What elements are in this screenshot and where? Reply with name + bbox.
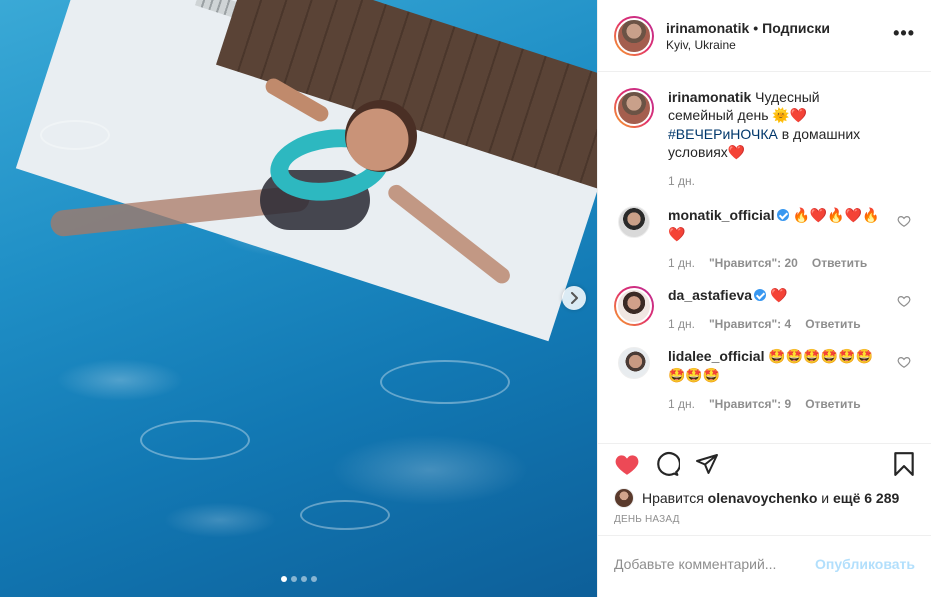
comment-username[interactable]: lidalee_official <box>668 348 764 364</box>
comment-item: da_astafieva ❤️ 1 дн. "Нравится": 4 Отве… <box>614 286 915 333</box>
liker-username[interactable]: olenavoychenko <box>708 490 818 506</box>
comment-likes[interactable]: "Нравится": 20 <box>709 254 798 272</box>
caption: irinamonatik Чудесный семейный день 🌞❤️#… <box>614 88 915 190</box>
comment-avatar[interactable] <box>614 286 654 326</box>
comment-likes[interactable]: "Нравится": 4 <box>709 315 791 333</box>
following-button[interactable]: Подписки <box>762 20 830 36</box>
reply-button[interactable]: Ответить <box>805 395 860 413</box>
chevron-right-icon <box>571 292 578 304</box>
caption-emojis: 🌞❤️ <box>772 108 808 124</box>
heart-filled-icon <box>615 455 639 475</box>
reply-button[interactable]: Ответить <box>805 315 860 333</box>
comment-item: monatik_official 🔥❤️🔥❤️🔥❤️ 1 дн. "Нравит… <box>614 206 915 272</box>
add-comment-form: Опубликовать <box>598 536 931 592</box>
author-avatar[interactable] <box>614 15 654 56</box>
post-header: irinamonatik • Подписки Kyiv, Ukraine ••• <box>598 0 931 72</box>
hashtag-link[interactable]: #ВЕЧЕРиНОЧКА <box>668 126 778 142</box>
comment-time[interactable]: 1 дн. <box>668 395 695 413</box>
verified-icon <box>754 289 767 301</box>
heart-outline-icon[interactable] <box>897 294 911 308</box>
comment-avatar[interactable] <box>618 206 650 238</box>
location-link[interactable]: Kyiv, Ukraine <box>666 38 830 52</box>
save-button[interactable] <box>891 451 917 477</box>
water-ripple <box>300 500 390 530</box>
liker-avatar[interactable] <box>614 488 634 508</box>
heart-outline-icon[interactable] <box>897 355 911 369</box>
reply-button[interactable]: Ответить <box>812 254 867 272</box>
comment-time[interactable]: 1 дн. <box>668 254 695 272</box>
verified-icon <box>776 209 789 221</box>
likes-summary: Нравится olenavoychenko и ещё 6 289 <box>598 484 931 508</box>
comment-likes[interactable]: "Нравится": 9 <box>709 395 791 413</box>
carousel-dot <box>290 576 297 582</box>
comment-item: lidalee_official 🤩🤩🤩🤩🤩🤩🤩🤩🤩 1 дн. "Нравит… <box>614 347 915 413</box>
post-photo[interactable] <box>0 0 597 597</box>
water-ripple <box>40 120 110 150</box>
comments-list[interactable]: irinamonatik Чудесный семейный день 🌞❤️#… <box>598 72 931 444</box>
swimmer-head <box>345 100 417 172</box>
comment-icon <box>657 452 680 476</box>
carousel-dot <box>280 576 287 582</box>
publish-button[interactable]: Опубликовать <box>815 556 915 572</box>
like-button[interactable] <box>614 451 640 477</box>
post-sidebar: irinamonatik • Подписки Kyiv, Ukraine ••• … <box>597 0 931 597</box>
caption-trailing-emoji: ❤️ <box>727 145 746 161</box>
more-options-button[interactable]: ••• <box>893 23 915 43</box>
likes-middle: и <box>821 490 830 506</box>
comment-text: ❤️ <box>769 288 788 304</box>
comment-username[interactable]: monatik_official <box>668 207 775 223</box>
separator: • <box>753 19 759 36</box>
caption-username[interactable]: irinamonatik <box>668 89 751 105</box>
share-button[interactable] <box>694 451 720 477</box>
caption-time[interactable]: 1 дн. <box>668 172 695 190</box>
comment-input[interactable] <box>614 556 814 572</box>
likes-prefix: Нравится <box>642 490 704 506</box>
caption-avatar[interactable] <box>614 88 654 128</box>
heart-outline-icon[interactable] <box>897 214 911 228</box>
carousel-dots <box>0 576 597 582</box>
bookmark-icon <box>894 452 914 476</box>
likes-others-link[interactable]: ещё 6 289 <box>833 490 899 506</box>
water-ripple <box>140 420 250 460</box>
next-slide-button[interactable] <box>562 286 586 310</box>
share-icon <box>696 454 718 474</box>
carousel-dot <box>310 576 317 582</box>
comment-username[interactable]: da_astafieva <box>668 287 752 303</box>
more-icon: ••• <box>893 23 915 43</box>
comment-time[interactable]: 1 дн. <box>668 315 695 333</box>
comment-avatar[interactable] <box>618 347 650 379</box>
carousel-dot <box>300 576 307 582</box>
author-username[interactable]: irinamonatik <box>666 20 749 36</box>
post-date[interactable]: ДЕНЬ НАЗАД <box>598 508 931 536</box>
comment-button[interactable] <box>654 451 680 477</box>
action-bar <box>598 444 931 484</box>
water-ripple <box>380 360 510 404</box>
